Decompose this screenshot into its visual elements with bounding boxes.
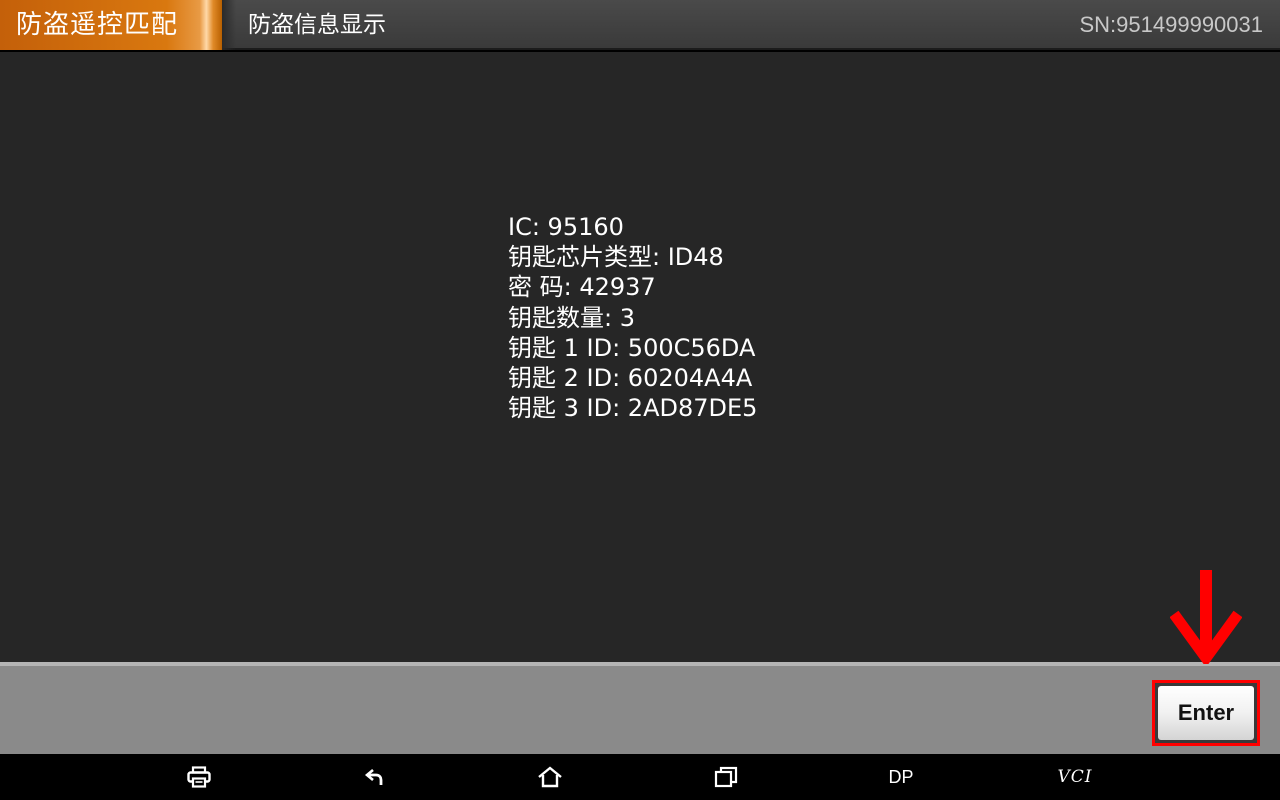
info-line-chip-type: 钥匙芯片类型: ID48 (508, 243, 724, 272)
page-title: 防盗信息显示 (248, 12, 386, 38)
home-button[interactable] (520, 754, 580, 800)
back-button[interactable] (345, 754, 405, 800)
recent-apps-button[interactable] (696, 754, 756, 800)
vci-label: VCI (1057, 767, 1093, 787)
back-icon (364, 769, 383, 785)
dp-button[interactable]: DP (871, 754, 931, 800)
recent-apps-icon (714, 766, 738, 788)
enter-button-label: Enter (1158, 686, 1254, 740)
info-line-ic: IC: 95160 (508, 213, 624, 241)
info-line-key-count: 钥匙数量: 3 (508, 303, 635, 332)
print-icon (187, 766, 211, 788)
action-bar: Enter (0, 662, 1280, 754)
content-area: IC: 95160 钥匙芯片类型: ID48 密 码: 42937 钥匙数量: … (0, 52, 1280, 662)
menu-tab[interactable]: 防盗遥控匹配 (0, 0, 222, 50)
print-button[interactable] (169, 754, 229, 800)
home-icon (538, 766, 562, 788)
dp-label: DP (888, 766, 914, 787)
info-line-key-1-id: 钥匙 1 ID: 500C56DA (508, 333, 756, 362)
serial-number: SN:951499990031 (1079, 12, 1264, 37)
immobilizer-info: IC: 95160 钥匙芯片类型: ID48 密 码: 42937 钥匙数量: … (508, 212, 757, 423)
title-bar: 防盗遥控匹配 防盗信息显示 SN:951499990031 (0, 0, 1280, 50)
navigation-bar: DP VCI (0, 754, 1280, 800)
tab-divider (222, 0, 236, 50)
arrow-down-icon (1170, 570, 1242, 664)
enter-button[interactable]: Enter (1152, 680, 1260, 746)
info-line-key-3-id: 钥匙 3 ID: 2AD87DE5 (508, 394, 758, 423)
vci-button[interactable]: VCI (1045, 754, 1105, 800)
info-line-password: 密 码: 42937 (508, 273, 656, 302)
info-line-key-2-id: 钥匙 2 ID: 60204A4A (508, 363, 753, 392)
